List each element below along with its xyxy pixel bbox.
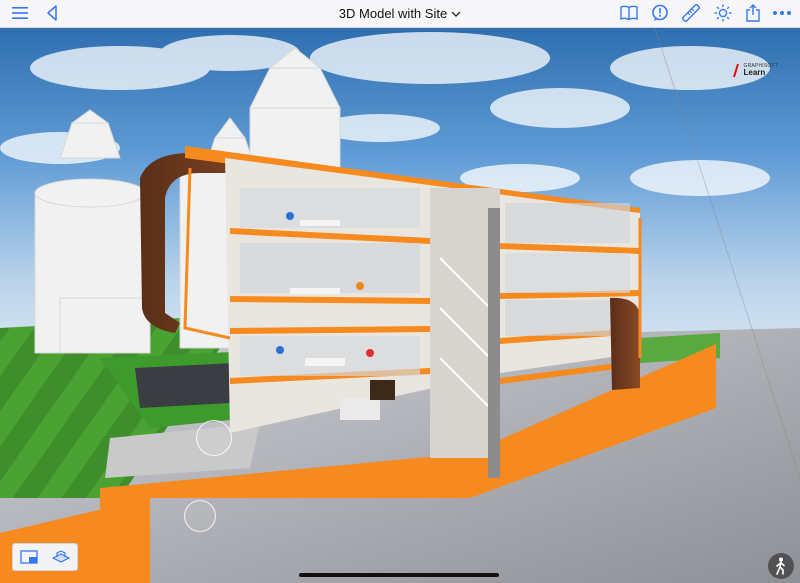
split-view-button[interactable]	[17, 547, 41, 567]
page-title: 3D Model with Site	[338, 6, 448, 21]
building-section-render	[0, 28, 800, 583]
walking-person-icon	[776, 557, 785, 575]
walk-mode-button[interactable]	[768, 553, 794, 579]
3d-model-viewport[interactable]: GRAPHISOFT Learn	[0, 28, 800, 583]
more-icon[interactable]	[770, 2, 794, 24]
move-joystick[interactable]	[196, 420, 232, 456]
ruler-icon[interactable]	[679, 2, 703, 24]
graphisoft-logo-icon	[733, 64, 740, 78]
menu-icon[interactable]	[8, 2, 32, 24]
alert-icon[interactable]	[648, 2, 672, 24]
chevron-down-icon	[451, 6, 461, 21]
look-joystick[interactable]	[184, 500, 216, 532]
graphisoft-learn-logo: GRAPHISOFT Learn	[732, 64, 778, 78]
3d-view-button[interactable]	[49, 547, 73, 567]
share-icon[interactable]	[741, 2, 765, 24]
top-toolbar: 3D Model with Site	[0, 0, 800, 28]
back-icon[interactable]	[40, 2, 64, 24]
model-title-dropdown[interactable]: 3D Model with Site	[339, 6, 461, 21]
view-mode-toggle	[12, 543, 78, 571]
sun-icon[interactable]	[711, 2, 735, 24]
home-indicator	[299, 573, 499, 577]
book-icon[interactable]	[617, 2, 641, 24]
